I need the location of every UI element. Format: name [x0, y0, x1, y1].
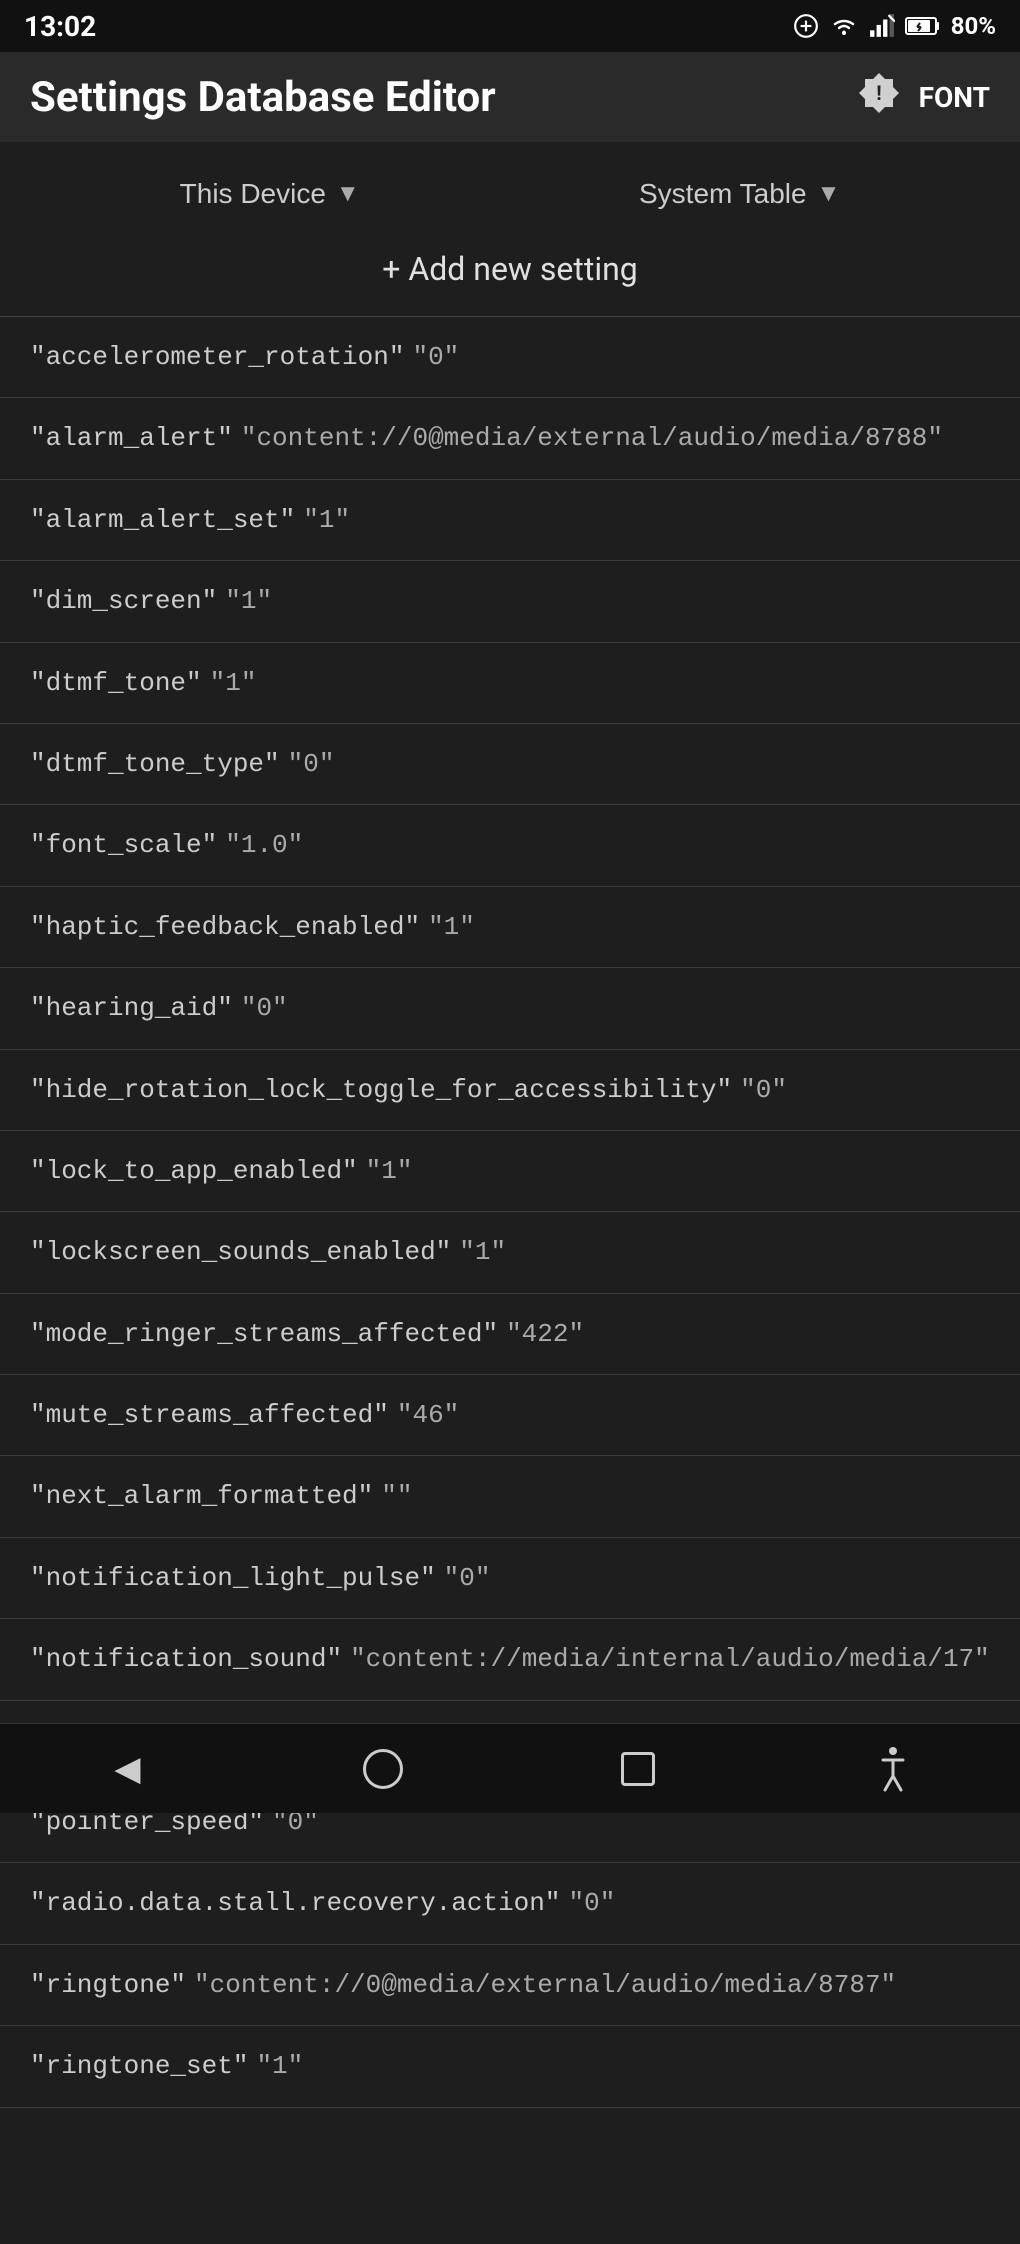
- recents-square-icon: [621, 1752, 655, 1786]
- table-row[interactable]: "notification_light_pulse" "0": [0, 1538, 1020, 1619]
- device-dropdown-label: This Device: [180, 178, 326, 210]
- table-row[interactable]: "hearing_aid" "0": [0, 968, 1020, 1049]
- alert-badge-icon[interactable]: !: [853, 71, 905, 123]
- setting-value: "1.0": [225, 827, 303, 863]
- setting-key: "notification_sound": [30, 1641, 342, 1677]
- add-setting-button[interactable]: + Add new setting: [0, 230, 1020, 317]
- dropdowns-row: This Device ▼ System Table ▼: [0, 142, 1020, 230]
- status-icons: 80%: [793, 12, 996, 40]
- app-header: Settings Database Editor ! FONT: [0, 52, 1020, 142]
- table-row[interactable]: "mute_streams_affected" "46": [0, 1375, 1020, 1456]
- setting-key: "next_alarm_formatted": [30, 1478, 373, 1514]
- setting-value: "content://media/internal/audio/media/17…: [350, 1641, 990, 1677]
- navigation-bar: ◀: [0, 1723, 1020, 1813]
- setting-key: "dtmf_tone": [30, 665, 202, 701]
- setting-key: "lockscreen_sounds_enabled": [30, 1234, 451, 1270]
- setting-value: "422": [506, 1316, 584, 1352]
- content-area: This Device ▼ System Table ▼ + Add new s…: [0, 142, 1020, 2208]
- setting-key: "alarm_alert_set": [30, 502, 295, 538]
- setting-key: "haptic_feedback_enabled": [30, 909, 420, 945]
- settings-list: "accelerometer_rotation" "0""alarm_alert…: [0, 317, 1020, 2108]
- table-row[interactable]: "alarm_alert_set" "1": [0, 480, 1020, 561]
- setting-key: "mute_streams_affected": [30, 1397, 389, 1433]
- table-row[interactable]: "dim_screen" "1": [0, 561, 1020, 642]
- battery-percent: 80%: [951, 12, 996, 40]
- accessibility-icon: [875, 1746, 911, 1792]
- table-dropdown-arrow: ▼: [817, 180, 841, 208]
- setting-key: "notification_light_pulse": [30, 1560, 436, 1596]
- setting-value: "1": [459, 1234, 506, 1270]
- add-circle-icon: [793, 13, 819, 39]
- setting-value: "content://0@media/external/audio/media/…: [241, 420, 943, 456]
- setting-value: "1": [366, 1153, 413, 1189]
- back-button[interactable]: ◀: [88, 1729, 168, 1809]
- table-row[interactable]: "next_alarm_formatted" "": [0, 1456, 1020, 1537]
- table-row[interactable]: "dtmf_tone_type" "0": [0, 724, 1020, 805]
- setting-value: "1": [210, 665, 257, 701]
- table-row[interactable]: "ringtone_set" "1": [0, 2026, 1020, 2107]
- setting-value: "1": [303, 502, 350, 538]
- setting-value: "0": [569, 1885, 616, 1921]
- status-time: 13:02: [24, 10, 96, 43]
- status-bar: 13:02 8: [0, 0, 1020, 52]
- svg-text:!: !: [876, 81, 881, 105]
- setting-value: "1": [428, 909, 475, 945]
- font-button[interactable]: FONT: [919, 81, 990, 114]
- wifi-icon: [829, 13, 859, 39]
- setting-value: "content://0@media/external/audio/media/…: [194, 1967, 896, 2003]
- table-row[interactable]: "mode_ringer_streams_affected" "422": [0, 1294, 1020, 1375]
- setting-key: "dim_screen": [30, 583, 217, 619]
- table-row[interactable]: "lockscreen_sounds_enabled" "1": [0, 1212, 1020, 1293]
- table-row[interactable]: "radio.data.stall.recovery.action" "0": [0, 1863, 1020, 1944]
- setting-value: "0": [288, 746, 335, 782]
- setting-key: "accelerometer_rotation": [30, 339, 404, 375]
- table-row[interactable]: "dtmf_tone" "1": [0, 643, 1020, 724]
- home-circle-icon: [363, 1749, 403, 1789]
- setting-value: "": [381, 1478, 412, 1514]
- battery-icon: [905, 15, 941, 37]
- setting-key: "ringtone_set": [30, 2048, 248, 2084]
- accessibility-button[interactable]: [853, 1729, 933, 1809]
- recents-button[interactable]: [598, 1729, 678, 1809]
- setting-value: "1": [256, 2048, 303, 2084]
- table-row[interactable]: "haptic_feedback_enabled" "1": [0, 887, 1020, 968]
- home-button[interactable]: [343, 1729, 423, 1809]
- setting-key: "hide_rotation_lock_toggle_for_accessibi…: [30, 1072, 732, 1108]
- device-dropdown-arrow: ▼: [336, 180, 360, 208]
- table-row[interactable]: "ringtone" "content://0@media/external/a…: [0, 1945, 1020, 2026]
- table-row[interactable]: "font_scale" "1.0": [0, 805, 1020, 886]
- setting-key: "font_scale": [30, 827, 217, 863]
- add-setting-label: + Add new setting: [382, 250, 637, 288]
- table-row[interactable]: "notification_sound" "content://media/in…: [0, 1619, 1020, 1700]
- setting-value: "0": [412, 339, 459, 375]
- setting-value: "1": [225, 583, 272, 619]
- setting-key: "lock_to_app_enabled": [30, 1153, 358, 1189]
- header-actions: ! FONT: [853, 71, 990, 123]
- table-dropdown-label: System Table: [639, 178, 807, 210]
- table-row[interactable]: "alarm_alert" "content://0@media/externa…: [0, 398, 1020, 479]
- device-dropdown[interactable]: This Device ▼: [180, 178, 360, 210]
- table-dropdown[interactable]: System Table ▼: [639, 178, 840, 210]
- setting-key: "dtmf_tone_type": [30, 746, 280, 782]
- app-title: Settings Database Editor: [30, 73, 496, 122]
- setting-value: "0": [740, 1072, 787, 1108]
- table-row[interactable]: "lock_to_app_enabled" "1": [0, 1131, 1020, 1212]
- setting-key: "hearing_aid": [30, 990, 233, 1026]
- setting-key: "mode_ringer_streams_affected": [30, 1316, 498, 1352]
- setting-key: "radio.data.stall.recovery.action": [30, 1885, 561, 1921]
- setting-value: "0": [241, 990, 288, 1026]
- table-row[interactable]: "hide_rotation_lock_toggle_for_accessibi…: [0, 1050, 1020, 1131]
- signal-icon: [869, 13, 895, 39]
- table-row[interactable]: "accelerometer_rotation" "0": [0, 317, 1020, 398]
- setting-key: "ringtone": [30, 1967, 186, 2003]
- setting-key: "alarm_alert": [30, 420, 233, 456]
- setting-value: "0": [444, 1560, 491, 1596]
- setting-value: "46": [397, 1397, 459, 1433]
